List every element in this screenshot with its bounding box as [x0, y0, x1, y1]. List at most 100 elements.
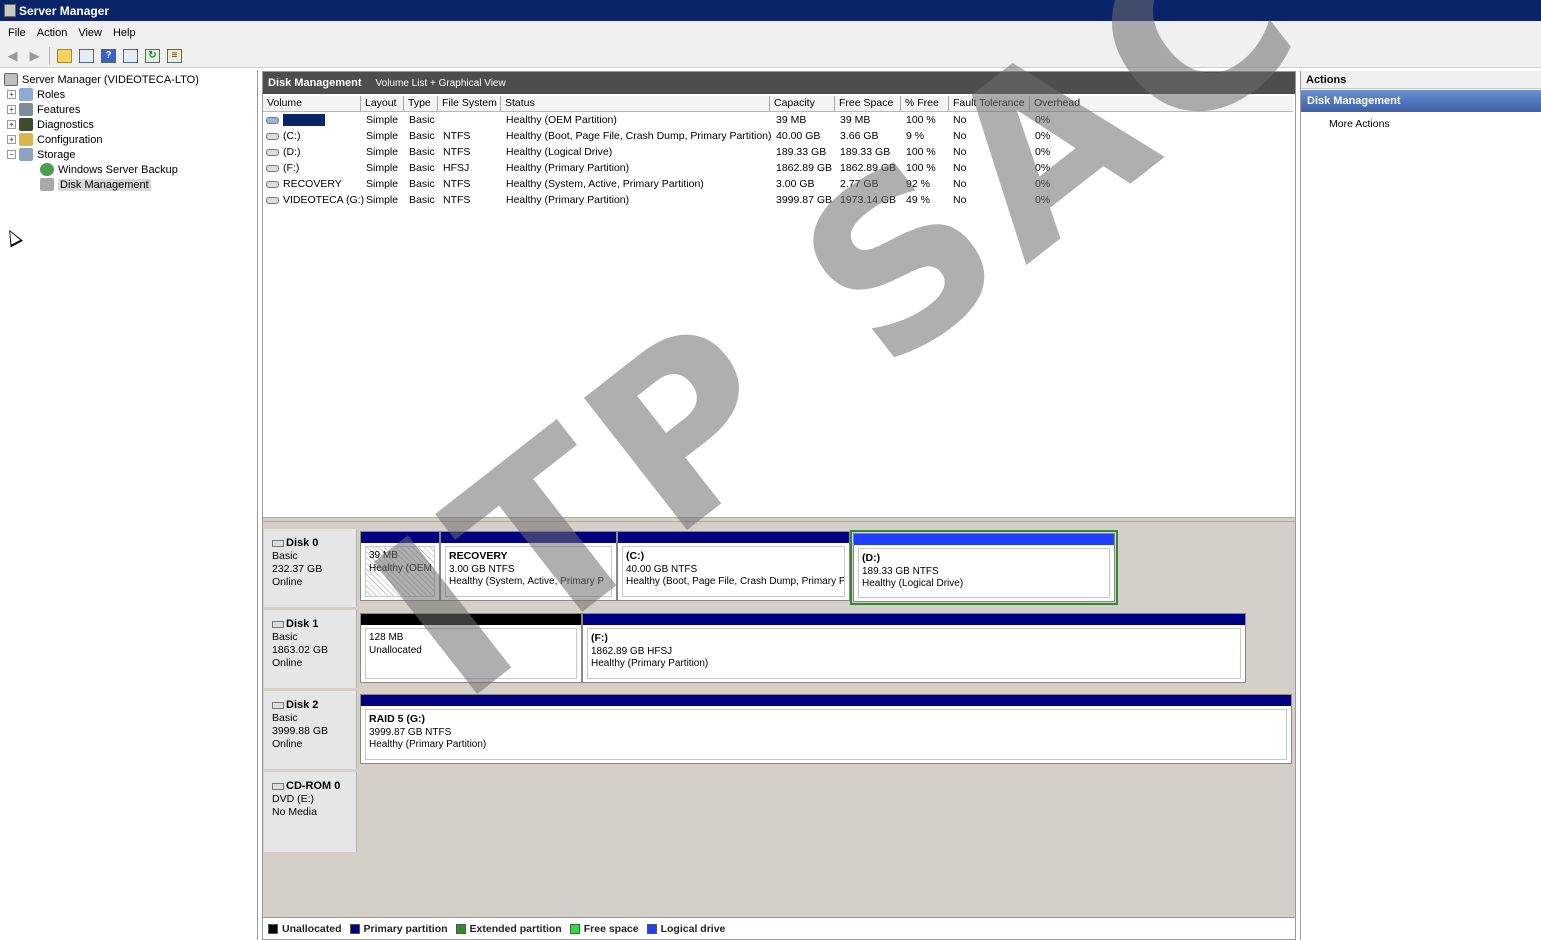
column-header[interactable]: File System — [438, 96, 501, 112]
legend-item: Unallocated — [268, 923, 342, 935]
disk-name: Disk 1 — [286, 618, 319, 630]
disk-state: Online — [272, 657, 303, 669]
ft-cell: No — [953, 194, 967, 206]
status-cell: Healthy (OEM Partition) — [506, 114, 617, 126]
tree-item-label: Diagnostics — [37, 118, 94, 131]
show-hide-tree-icon[interactable] — [77, 47, 96, 65]
forward-arrow-icon[interactable]: ▶ — [25, 47, 44, 65]
column-header[interactable]: % Free — [901, 96, 949, 112]
menu-file[interactable]: File — [4, 25, 33, 41]
partition-block[interactable]: 39 MB Healthy (OEM — [360, 531, 440, 601]
volume-icon — [266, 180, 279, 188]
disk-label[interactable]: Disk 1 Basic 1863.02 GB Online — [264, 610, 357, 688]
status-cell: Healthy (Logical Drive) — [506, 146, 613, 158]
partition-body: (D:) 189.33 GB NTFS Healthy (Logical Dri… — [858, 548, 1110, 598]
type-cell: Basic — [409, 178, 435, 190]
partition-body: RECOVERY 3.00 GB NTFS Healthy (System, A… — [445, 546, 612, 597]
partition-bar — [854, 534, 1114, 545]
disk-icon — [272, 620, 284, 628]
tree-item-windows-server-backup[interactable]: Windows Server Backup — [40, 162, 178, 177]
diagnostics-icon — [19, 118, 33, 131]
pct-cell: 100 % — [906, 114, 936, 126]
table-row[interactable]: VIDEOTECA (G:) Simple Basic NTFS Healthy… — [263, 192, 1293, 208]
partition-block[interactable]: RECOVERY 3.00 GB NTFS Healthy (System, A… — [440, 531, 617, 601]
disk-label[interactable]: Disk 0 Basic 232.37 GB Online — [264, 529, 357, 607]
partition-bar — [618, 532, 849, 543]
volume-cell: RECOVERY — [266, 176, 342, 192]
column-header[interactable]: Status — [501, 96, 770, 112]
partition-title: (C:) — [626, 550, 645, 562]
column-header[interactable]: Overhead — [1030, 96, 1293, 112]
legend: Unallocated Primary partition Extended p… — [263, 917, 1295, 939]
ft-cell: No — [953, 162, 967, 174]
tree-root[interactable]: Server Manager (VIDEOTECA-LTO) — [4, 72, 199, 87]
column-header[interactable]: Volume — [263, 96, 361, 112]
partition-block[interactable]: 128 MB Unallocated — [360, 613, 582, 683]
partition-bar — [361, 695, 1291, 706]
disk-type: Basic — [272, 631, 298, 643]
table-row[interactable]: (F:) Simple Basic HFSJ Healthy (Primary … — [263, 160, 1293, 176]
free-cell: 1973.14 GB — [840, 194, 897, 206]
tree-item-features[interactable]: + Features — [7, 102, 80, 117]
column-header[interactable]: Capacity — [770, 96, 835, 112]
legend-item: Primary partition — [349, 922, 448, 935]
tree-item-disk-management[interactable]: Disk Management — [40, 177, 151, 192]
column-header[interactable]: Fault Tolerance — [949, 96, 1030, 112]
server-manager-icon — [4, 4, 16, 17]
volume-list-header: Volume Layout Type File System Status Ca… — [263, 96, 1293, 112]
expand-icon[interactable]: + — [7, 120, 16, 129]
export-icon[interactable]: ≡ — [165, 47, 184, 65]
actions-section-disk-management[interactable]: Disk Management — [1301, 90, 1541, 112]
storage-icon — [19, 148, 33, 161]
features-icon — [19, 103, 33, 116]
tree-item-roles[interactable]: + Roles — [7, 87, 65, 102]
expand-icon[interactable]: + — [7, 135, 16, 144]
legend-item: Extended partition — [455, 922, 562, 935]
partition-block[interactable]: (F:) 1862.89 GB HFSJ Healthy (Primary Pa… — [582, 613, 1246, 683]
menu-view[interactable]: View — [74, 25, 109, 41]
table-row[interactable]: (D:) Simple Basic NTFS Healthy (Logical … — [263, 144, 1293, 160]
toolbar: ◀ ▶ ? ↻ ≡ — [0, 44, 1541, 68]
collapse-icon[interactable]: − — [7, 150, 16, 159]
partition-status: Unallocated — [369, 644, 422, 656]
panel-title: Disk Management — [268, 77, 362, 89]
volume-icon — [266, 116, 279, 124]
table-row[interactable]: (C:) Simple Basic NTFS Healthy (Boot, Pa… — [263, 128, 1293, 144]
refresh-icon[interactable]: ↻ — [143, 47, 162, 65]
partition-body: (C:) 40.00 GB NTFS Healthy (Boot, Page F… — [622, 546, 845, 597]
legend-swatch — [569, 923, 580, 934]
partition-block[interactable]: RAID 5 (G:) 3999.87 GB NTFS Healthy (Pri… — [360, 694, 1292, 764]
column-header[interactable]: Free Space — [835, 96, 901, 112]
more-actions-link[interactable]: More Actions — [1301, 112, 1541, 130]
menu-action[interactable]: Action — [33, 25, 75, 41]
legend-label: Extended partition — [469, 922, 562, 935]
menu-help[interactable]: Help — [109, 25, 143, 41]
partition-block[interactable]: (D:) 189.33 GB NTFS Healthy (Logical Dri… — [853, 533, 1115, 602]
expand-icon[interactable]: + — [7, 105, 16, 114]
legend-label: Primary partition — [363, 922, 448, 935]
volume-cell — [266, 112, 325, 128]
table-row[interactable]: Simple Basic Healthy (OEM Partition) 39 … — [263, 112, 1293, 128]
column-header[interactable]: Type — [404, 96, 438, 112]
tree-item-configuration[interactable]: + Configuration — [7, 132, 102, 147]
expand-icon[interactable]: + — [7, 90, 16, 99]
table-row[interactable]: RECOVERY Simple Basic NTFS Healthy (Syst… — [263, 176, 1293, 192]
volume-icon — [266, 148, 279, 156]
volume-list: Volume Layout Type File System Status Ca… — [263, 94, 1295, 517]
volume-name: (D:) — [283, 146, 301, 158]
partition-block[interactable]: (C:) 40.00 GB NTFS Healthy (Boot, Page F… — [617, 531, 850, 601]
disk-size: 232.37 GB — [272, 563, 323, 575]
back-arrow-icon[interactable]: ◀ — [3, 47, 22, 65]
disk-label[interactable]: Disk 2 Basic 3999.88 GB Online — [264, 691, 357, 769]
free-cell: 39 MB — [840, 114, 871, 126]
disk-label[interactable]: CD-ROM 0 DVD (E:) No Media — [264, 772, 357, 852]
tree-item-diagnostics[interactable]: + Diagnostics — [7, 117, 94, 132]
tree-item-storage[interactable]: − Storage — [7, 147, 76, 162]
ft-cell: No — [953, 130, 967, 142]
volume-cell: (D:) — [266, 144, 301, 160]
up-folder-icon[interactable] — [55, 47, 74, 65]
help-icon[interactable]: ? — [99, 47, 118, 65]
column-header[interactable]: Layout — [361, 96, 404, 112]
properties-icon[interactable] — [121, 47, 140, 65]
partition-body: (F:) 1862.89 GB HFSJ Healthy (Primary Pa… — [587, 628, 1241, 679]
